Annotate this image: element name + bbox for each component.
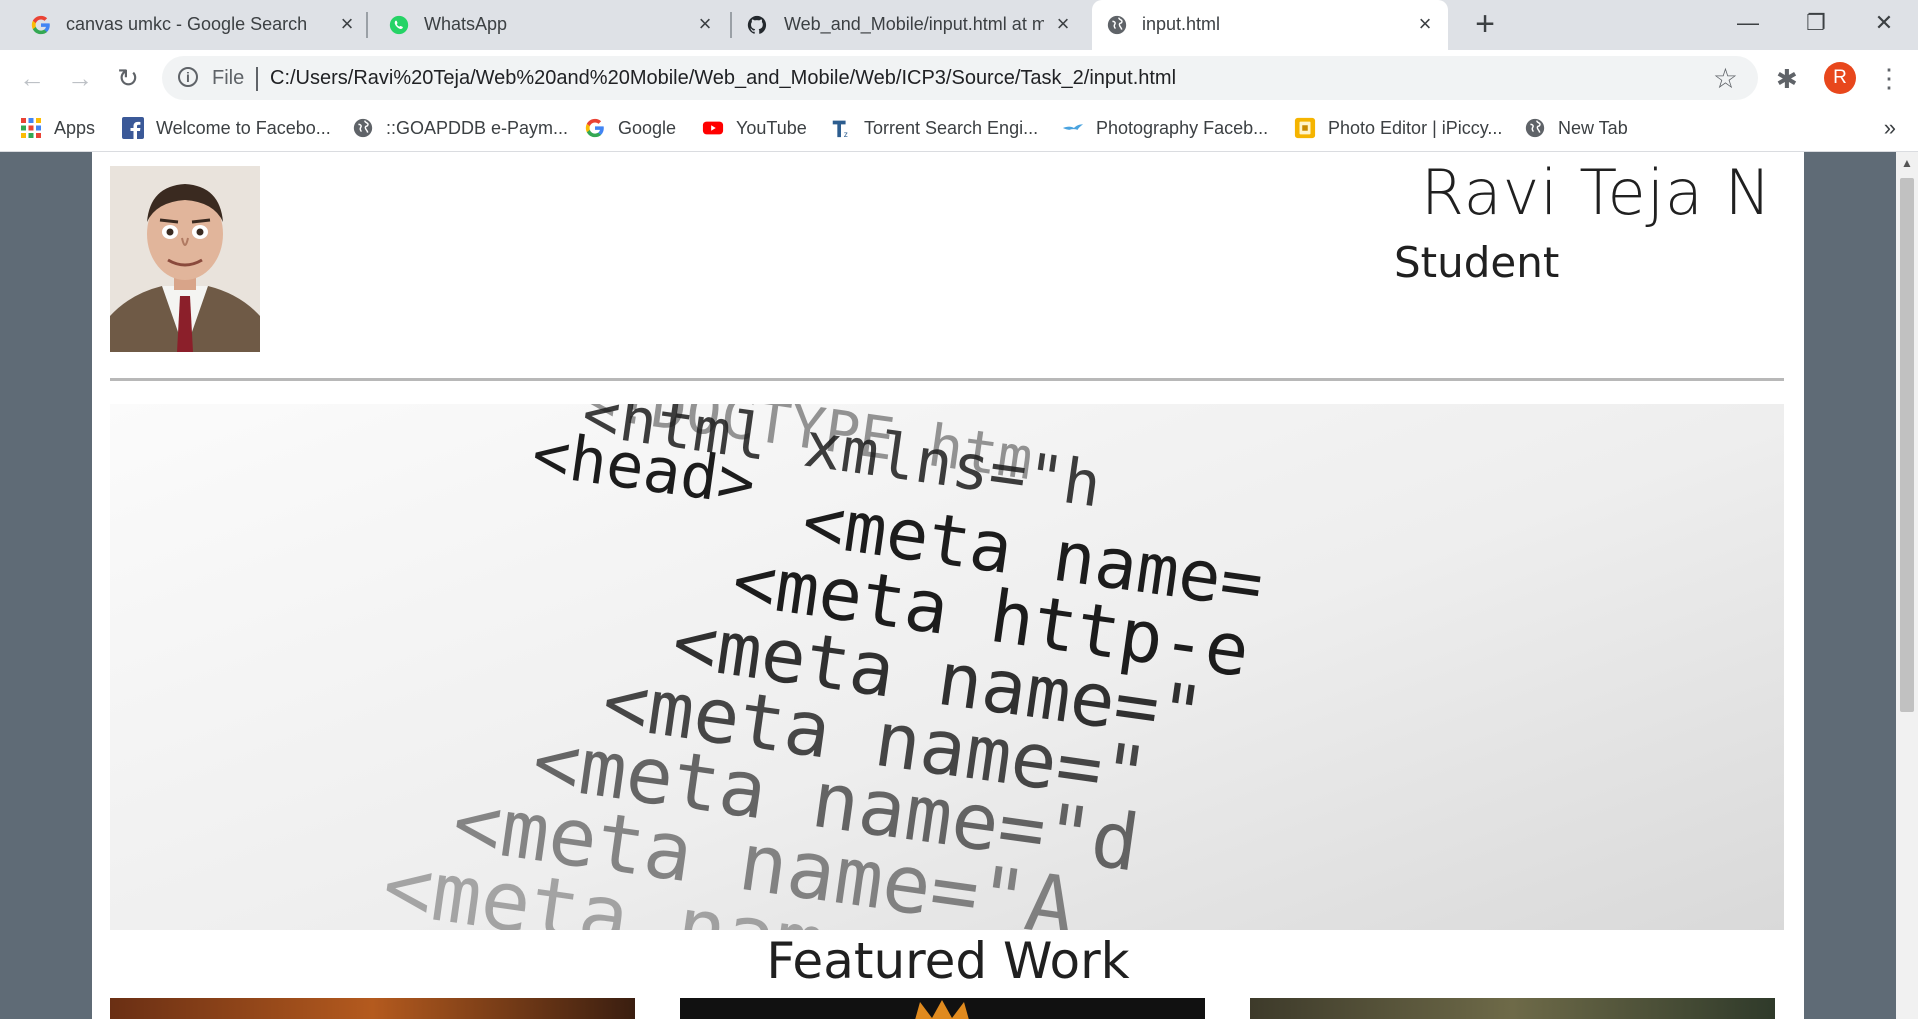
tab-title: WhatsApp bbox=[424, 14, 508, 34]
bookmark-label: Photography Faceb... bbox=[1096, 117, 1269, 138]
tab-close-icon[interactable]: × bbox=[1052, 12, 1074, 36]
youtube-icon bbox=[702, 121, 724, 135]
tab-google-search[interactable]: canvas umkc - Google Search × bbox=[0, 0, 366, 50]
bookmark-ipiccy[interactable]: Photo Editor | iPiccy... bbox=[1294, 113, 1502, 143]
google-icon bbox=[31, 15, 50, 35]
bird-icon bbox=[1062, 124, 1084, 130]
browser-menu-icon[interactable]: ⋮ bbox=[1876, 62, 1902, 94]
tab-whatsapp[interactable]: WhatsApp × bbox=[366, 0, 732, 50]
bookmark-apps[interactable]: Apps bbox=[20, 113, 95, 143]
portfolio-page: Ravi Teja N Student <!DOCTYPE htm <html … bbox=[92, 152, 1804, 1019]
page-scrollbar[interactable]: ▲ bbox=[1896, 152, 1918, 1019]
tab-strip: canvas umkc - Google Search × WhatsApp ×… bbox=[0, 0, 1918, 50]
bookmark-label: Torrent Search Engi... bbox=[864, 117, 1039, 138]
url-text[interactable]: C:/Users/Ravi%20Teja/Web%20and%20Mobile/… bbox=[270, 67, 1176, 90]
tab-close-icon[interactable]: × bbox=[1414, 12, 1436, 36]
forward-button[interactable]: → bbox=[64, 62, 96, 94]
restore-button[interactable]: ❐ bbox=[1796, 6, 1836, 40]
header-divider bbox=[110, 378, 1784, 381]
extensions-puzzle-icon[interactable]: ✱ bbox=[1776, 64, 1798, 95]
bookmark-google[interactable]: Google bbox=[584, 113, 676, 143]
tab-title: input.html bbox=[1142, 14, 1221, 34]
close-window-button[interactable]: ✕ bbox=[1864, 6, 1904, 40]
tab-title: Web_and_Mobile/input.html at m bbox=[784, 14, 1044, 34]
bookmark-label: Photo Editor | iPiccy... bbox=[1328, 117, 1503, 138]
site-info-icon[interactable]: i bbox=[178, 67, 198, 87]
bookmark-new-tab[interactable]: New Tab bbox=[1524, 113, 1628, 143]
bookmark-goapddb[interactable]: ::GOAPDDB e-Paym... bbox=[352, 113, 568, 143]
featured-work-heading: Featured Work bbox=[766, 932, 1130, 990]
hero-code-graphic: <!DOCTYPE htm <html xmlns="h <head> <met… bbox=[377, 404, 1268, 930]
bookmark-youtube[interactable]: YouTube bbox=[702, 113, 807, 143]
browser-toolbar: ← → ↻ i File C:/Users/Ravi%20Teja/Web%20… bbox=[0, 50, 1918, 106]
featured-thumbnail[interactable] bbox=[680, 998, 1205, 1019]
bookmark-label: Welcome to Facebo... bbox=[156, 117, 331, 138]
featured-thumbnail[interactable] bbox=[1250, 998, 1775, 1019]
tab-close-icon[interactable]: × bbox=[336, 12, 358, 36]
bookmarks-overflow-icon[interactable]: » bbox=[1884, 115, 1896, 141]
globe-icon bbox=[353, 118, 373, 138]
github-icon bbox=[747, 15, 767, 34]
bookmark-star-icon[interactable]: ☆ bbox=[1713, 62, 1738, 95]
whatsapp-icon bbox=[389, 15, 409, 35]
omnibox-divider bbox=[256, 67, 258, 91]
bookmarks-bar: Apps Welcome to Facebo... ::GOAPDDB e-Pa… bbox=[0, 106, 1918, 152]
bookmark-label: ::GOAPDDB e-Paym... bbox=[386, 117, 569, 138]
torrentz-icon: z bbox=[832, 120, 848, 139]
hero-code-image: <!DOCTYPE htm <html xmlns="h <head> <met… bbox=[110, 404, 1784, 930]
bookmark-label: Apps bbox=[54, 117, 96, 138]
globe-icon bbox=[1107, 15, 1127, 35]
tab-github[interactable]: Web_and_Mobile/input.html at m × bbox=[732, 0, 1086, 50]
back-button[interactable]: ← bbox=[16, 62, 48, 94]
thumbnail-graphic bbox=[915, 1000, 969, 1019]
minimize-button[interactable]: — bbox=[1728, 6, 1768, 40]
bookmark-label: YouTube bbox=[736, 117, 807, 138]
reload-button[interactable]: ↻ bbox=[112, 62, 144, 94]
facebook-icon bbox=[122, 117, 144, 139]
profile-name: Ravi Teja N bbox=[1420, 156, 1772, 229]
tab-title: canvas umkc - Google Search bbox=[66, 14, 308, 34]
ipiccy-icon bbox=[1294, 117, 1316, 139]
page-viewport: Ravi Teja N Student <!DOCTYPE htm <html … bbox=[0, 152, 1918, 1019]
bookmark-photography[interactable]: Photography Faceb... bbox=[1062, 113, 1268, 143]
profile-photo bbox=[110, 166, 260, 352]
address-bar[interactable]: i File C:/Users/Ravi%20Teja/Web%20and%20… bbox=[162, 56, 1758, 100]
bookmark-label: Google bbox=[618, 117, 677, 138]
featured-thumbnail[interactable] bbox=[110, 998, 635, 1019]
bookmark-facebook[interactable]: Welcome to Facebo... bbox=[122, 113, 331, 143]
svg-text:z: z bbox=[844, 130, 848, 139]
scroll-up-arrow-icon[interactable]: ▲ bbox=[1896, 156, 1918, 170]
bookmark-label: New Tab bbox=[1558, 117, 1628, 138]
apps-grid-icon bbox=[21, 118, 41, 138]
tab-input-html[interactable]: input.html × bbox=[1092, 0, 1448, 50]
profile-role: Student bbox=[1394, 238, 1560, 287]
google-icon bbox=[585, 118, 604, 138]
tab-close-icon[interactable]: × bbox=[694, 12, 716, 36]
new-tab-button[interactable]: + bbox=[1468, 7, 1502, 42]
scrollbar-thumb[interactable] bbox=[1900, 178, 1914, 712]
globe-icon bbox=[1525, 118, 1545, 138]
url-scheme-label: File bbox=[212, 67, 245, 89]
bookmark-torrent[interactable]: z Torrent Search Engi... bbox=[830, 113, 1038, 143]
profile-avatar[interactable]: R bbox=[1824, 62, 1856, 94]
